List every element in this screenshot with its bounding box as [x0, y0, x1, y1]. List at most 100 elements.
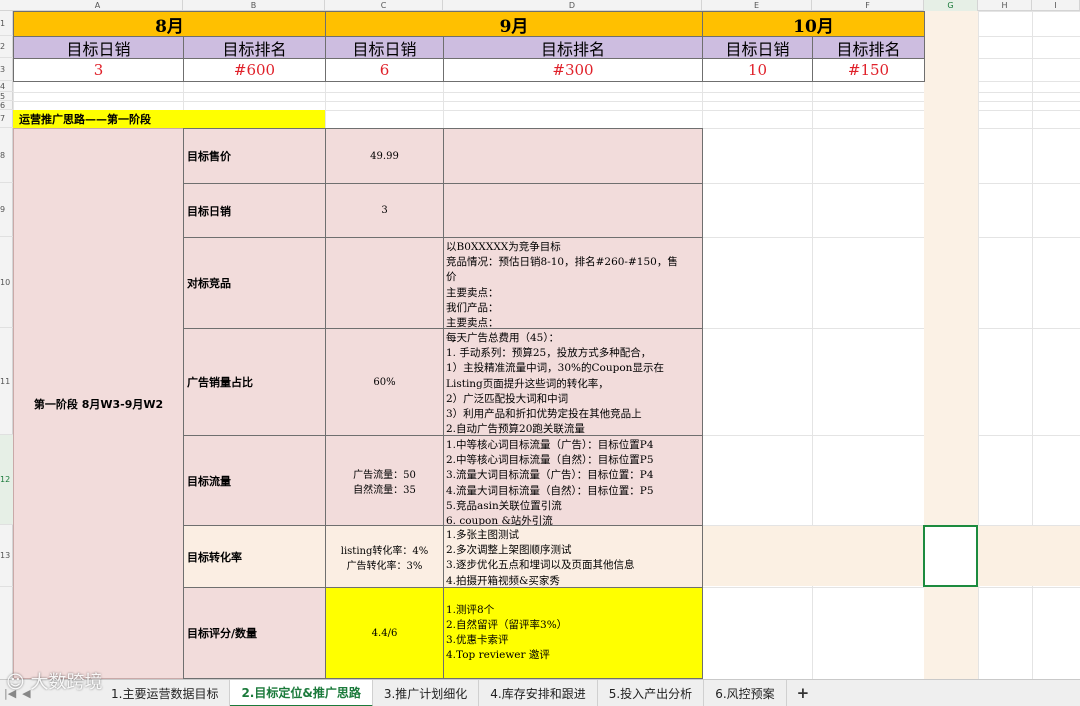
- description-line: 3）利用产品和折扣优势定投在其他竞品上: [446, 408, 642, 421]
- column-header-bar: ABCDEFGHI: [0, 0, 1080, 11]
- add-sheet-button[interactable]: +: [787, 684, 820, 702]
- plan-row-description[interactable]: 以B0XXXXX为竞争目标竞品情况：预估日销8-10，排名#260-#150，售…: [443, 237, 703, 329]
- description-line: 3.逐步优化五点和埋词以及页面其他信息: [446, 559, 635, 572]
- description-line: 5.竞品asin关联位置引流: [446, 499, 562, 512]
- column-header-h[interactable]: H: [978, 0, 1032, 11]
- month-header: 10月: [702, 11, 925, 37]
- description-line: 价: [446, 271, 457, 284]
- description-line: 3.优惠卡索评: [446, 634, 509, 646]
- stage-title[interactable]: 运营推广思路——第一阶段: [13, 110, 325, 128]
- sheet-tab-1[interactable]: 1.主要运营数据目标: [100, 679, 231, 706]
- plan-row-value[interactable]: 3: [325, 183, 444, 238]
- plan-row-value[interactable]: 60%: [325, 328, 444, 436]
- description-line: Listing页面提升这些词的转化率，: [446, 377, 609, 390]
- sheet-tab-2[interactable]: 2.目标定位&推广思路: [230, 679, 373, 706]
- active-cell-G12[interactable]: [923, 525, 978, 587]
- plan-row-label[interactable]: 广告销量占比: [183, 328, 326, 436]
- row-header-12[interactable]: 12: [0, 435, 13, 525]
- plan-row-label[interactable]: 目标日销: [183, 183, 326, 238]
- plan-row-description[interactable]: [443, 183, 703, 238]
- target-value-cell[interactable]: #150: [812, 58, 925, 82]
- row-header-3[interactable]: 3: [0, 58, 13, 81]
- sheet-tab-4[interactable]: 4.库存安排和跟进: [479, 679, 598, 706]
- description-line: 4.拍摄开箱视频&买家秀: [446, 574, 560, 587]
- plan-row-value[interactable]: listing转化率：4% 广告转化率：3%: [325, 525, 444, 588]
- target-column-header: 目标日销: [13, 36, 184, 59]
- target-value-cell[interactable]: #600: [183, 58, 326, 82]
- plan-row-label[interactable]: 目标流量: [183, 435, 326, 526]
- plan-row-value[interactable]: 广告流量：50 自然流量：35: [325, 435, 444, 526]
- row-header-7[interactable]: 7: [0, 110, 13, 128]
- target-column-header: 目标排名: [443, 36, 703, 59]
- row-header-1[interactable]: 1: [0, 11, 13, 36]
- month-header: 8月: [13, 11, 326, 37]
- row-header-6[interactable]: 6: [0, 101, 13, 110]
- target-value-cell[interactable]: 3: [13, 58, 184, 82]
- month-header: 9月: [325, 11, 703, 37]
- description-line: 以B0XXXXX为竞争目标: [446, 241, 561, 253]
- column-header-i[interactable]: I: [1032, 0, 1080, 11]
- plan-row-value-line: 广告流量：50: [353, 469, 416, 481]
- plan-row-description[interactable]: 1.测评8个 2.自然留评（留评率3%） 3.优惠卡索评 4.Top reviewer…: [443, 587, 703, 679]
- plan-row-value[interactable]: [325, 237, 444, 329]
- sheet-tab-5[interactable]: 5.投入产出分析: [598, 679, 705, 706]
- target-value-cell[interactable]: 10: [702, 58, 813, 82]
- row-header-10[interactable]: 10: [0, 237, 13, 328]
- row-header-bar: 1 2 3 4 5 6 7 8 9 10 11 12 13: [0, 11, 13, 679]
- description-line: 主要卖点：: [446, 286, 499, 299]
- target-column-header: 目标排名: [812, 36, 925, 59]
- description-line: 2.中等核心词目标流量（自然）：目标位置P5: [446, 454, 654, 467]
- plan-row-description[interactable]: 1.中等核心词目标流量（广告）：目标位置P4 2.中等核心词目标流量（自然）：目标…: [443, 435, 703, 526]
- description-line: 3.流量大词目标流量（广告）：目标位置：P4: [446, 469, 654, 482]
- column-header-d[interactable]: D: [443, 0, 702, 11]
- description-line: 4.流量大词目标流量（自然）：目标位置：P5: [446, 484, 654, 497]
- row-header-2[interactable]: 2: [0, 36, 13, 58]
- description-line: 1.多张主图测试: [446, 529, 520, 541]
- plan-row-value-line: 广告转化率：3%: [346, 560, 423, 572]
- row-header-9[interactable]: 9: [0, 183, 13, 237]
- plan-row-value-line: 自然流量：35: [353, 484, 416, 496]
- column-header-e[interactable]: E: [702, 0, 812, 11]
- plan-row-label[interactable]: 目标售价: [183, 128, 326, 184]
- gridline-horizontal: [13, 101, 1080, 102]
- plan-row-label[interactable]: 对标竞品: [183, 237, 326, 329]
- plan-row-value[interactable]: 49.99: [325, 128, 444, 184]
- target-value-cell[interactable]: #300: [443, 58, 703, 82]
- target-column-header: 目标日销: [702, 36, 813, 59]
- description-line: 4.Top reviewer 邀评: [446, 649, 550, 662]
- first-sheet-icon[interactable]: |◀: [4, 687, 16, 700]
- column-header-c[interactable]: C: [325, 0, 443, 11]
- description-line: 2）广泛匹配投大词和中词: [446, 392, 569, 405]
- column-header-b[interactable]: B: [183, 0, 325, 11]
- column-header-a[interactable]: A: [13, 0, 183, 11]
- row-header-11[interactable]: 11: [0, 328, 13, 435]
- sheet-tab-3[interactable]: 3.推广计划细化: [373, 679, 480, 706]
- description-line: 每天广告总费用（45）：: [446, 332, 560, 344]
- description-line: 2.自然留评（留评率3%）: [446, 618, 568, 631]
- target-column-header: 目标日销: [325, 36, 444, 59]
- stage-label-cell[interactable]: 第一阶段 8月W3-9月W2: [13, 128, 184, 679]
- description-line: 2.自动广告预算20跑关联流量: [446, 423, 585, 436]
- row-header-4[interactable]: 4: [0, 81, 13, 92]
- description-line: 1）主投精准流量中词，30%的Coupon显示在: [446, 362, 664, 375]
- description-line: 1. 手动系列：预算25，投放方式多种配合，: [446, 347, 652, 360]
- target-value-cell[interactable]: 6: [325, 58, 444, 82]
- tab-navigation[interactable]: |◀ ◀: [0, 680, 100, 706]
- plan-row-description[interactable]: 1.多张主图测试 2.多次调整上架图顺序测试 3.逐步优化五点和埋词以及页面其他信息…: [443, 525, 703, 588]
- plan-row-description[interactable]: 每天广告总费用（45）： 1. 手动系列：预算25，投放方式多种配合， 1）主投精准…: [443, 328, 703, 436]
- description-line: 竞品情况：预估日销8-10，排名#260-#150，售: [446, 256, 678, 269]
- plan-row-value-line: listing转化率：4%: [340, 545, 429, 557]
- plan-row-description[interactable]: [443, 128, 703, 184]
- prev-sheet-icon[interactable]: ◀: [22, 687, 30, 700]
- sheet-tab-6[interactable]: 6.风控预案: [704, 679, 787, 706]
- plan-row-value[interactable]: 4.4/6: [325, 587, 444, 679]
- row-header-8[interactable]: 8: [0, 128, 13, 183]
- column-header-g[interactable]: G: [924, 0, 978, 11]
- description-line: 1.中等核心词目标流量（广告）：目标位置P4: [446, 439, 654, 451]
- row-header-13[interactable]: 13: [0, 525, 13, 587]
- column-header-f[interactable]: F: [812, 0, 924, 11]
- description-line: 1.测评8个: [446, 603, 495, 616]
- plan-row-label[interactable]: 目标评分/数量: [183, 587, 326, 679]
- description-line: 我们产品：: [446, 301, 499, 314]
- plan-row-label[interactable]: 目标转化率: [183, 525, 326, 588]
